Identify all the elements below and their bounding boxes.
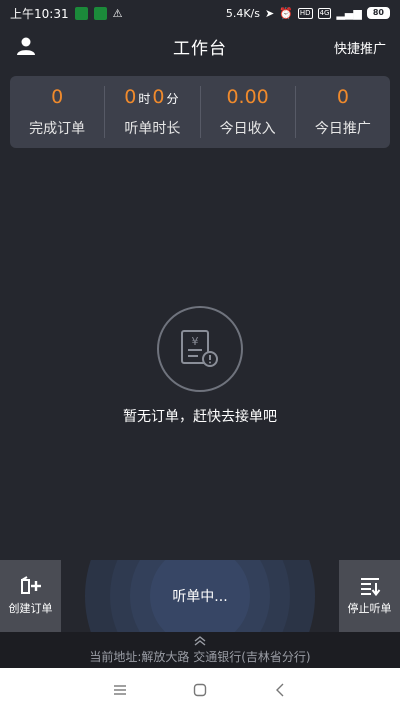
app-notification-icon (93, 6, 107, 20)
top-header: 工作台 快捷推广 (0, 26, 400, 66)
menu-icon (114, 684, 126, 695)
signal-icon: ▂▄▆ (336, 6, 362, 20)
stat-listening-duration: 0时0分 听单时长 (105, 86, 201, 138)
nav-back-button[interactable] (265, 675, 295, 705)
home-icon (193, 683, 207, 696)
create-order-button[interactable]: 创建订单 (0, 560, 61, 632)
stat-label: 完成订单 (29, 121, 86, 137)
signal-badge: 4G (317, 7, 332, 19)
stat-value: 0 (51, 86, 64, 108)
stat-label: 听单时长 (124, 121, 181, 137)
alarm-icon: ⏰ (279, 6, 293, 20)
hd-badge: HD (297, 7, 313, 19)
bottom-action-zone: 听单中... 创建订单 停止听单 (0, 560, 400, 632)
stat-value: 0 (336, 86, 349, 108)
status-bar: 上午10:31 ⚠ 5.4K/s ➤ ⏰ HD 4G ▂▄▆ 80 (0, 0, 400, 26)
chevron-up-icon (194, 635, 206, 646)
quick-promotion-link[interactable]: 快捷推广 (334, 38, 386, 57)
create-order-icon (20, 576, 41, 594)
status-left: 上午10:31 ⚠ (10, 5, 122, 22)
duration-minutes: 0 (152, 86, 165, 108)
empty-order-icon: ¥ (157, 306, 243, 392)
system-nav-bar (0, 668, 400, 711)
back-icon (276, 683, 284, 696)
battery-indicator: 80 (366, 7, 390, 19)
listening-status-button[interactable]: 听单中... (140, 566, 260, 626)
currency-glyph: ¥ (192, 335, 199, 348)
nav-home-button[interactable] (185, 675, 215, 705)
receipt-icon: ¥ (181, 330, 218, 367)
empty-message: 暂无订单，赶快去接单吧 (123, 409, 277, 425)
current-address: 当前地址:解放大路 交通银行(吉林省分行) (89, 649, 311, 664)
network-speed: 5.4K/s (225, 6, 260, 20)
stat-label: 今日收入 (219, 121, 276, 137)
nav-menu-button[interactable] (105, 675, 135, 705)
minutes-unit: 分 (166, 92, 179, 106)
stat-completed-orders: 0 完成订单 (10, 86, 106, 138)
status-time: 上午10:31 (10, 6, 69, 21)
stat-today-income: 0.00 今日收入 (201, 86, 296, 138)
page-title: 工作台 (173, 38, 227, 59)
stat-label: 今日推广 (314, 121, 371, 137)
stats-card: 0 完成订单 0时0分 听单时长 0.00 今日收入 0 今日推广 (10, 76, 390, 148)
duration-hours: 0 (124, 86, 137, 108)
wechat-notification-icon (74, 6, 88, 20)
stat-today-promotion: 0 今日推广 (296, 86, 390, 138)
stop-listening-button[interactable]: 停止听单 (339, 560, 400, 632)
location-icon: ➤ (265, 6, 275, 20)
status-right: 5.4K/s ➤ ⏰ HD 4G ▂▄▆ 80 (226, 7, 390, 20)
stat-value: 0时0分 (124, 86, 180, 110)
hours-unit: 时 (138, 92, 151, 106)
empty-state: ¥ 暂无订单，赶快去接单吧 (0, 306, 400, 426)
current-address-bar[interactable]: 当前地址:解放大路 交通银行(吉林省分行) (0, 632, 400, 668)
create-order-label: 创建订单 (8, 602, 53, 615)
stop-listening-label: 停止听单 (347, 602, 392, 615)
stat-value: 0.00 (226, 86, 269, 108)
stop-listening-icon (360, 578, 380, 596)
warning-icon: ⚠ (112, 6, 123, 20)
user-icon[interactable] (16, 37, 36, 55)
